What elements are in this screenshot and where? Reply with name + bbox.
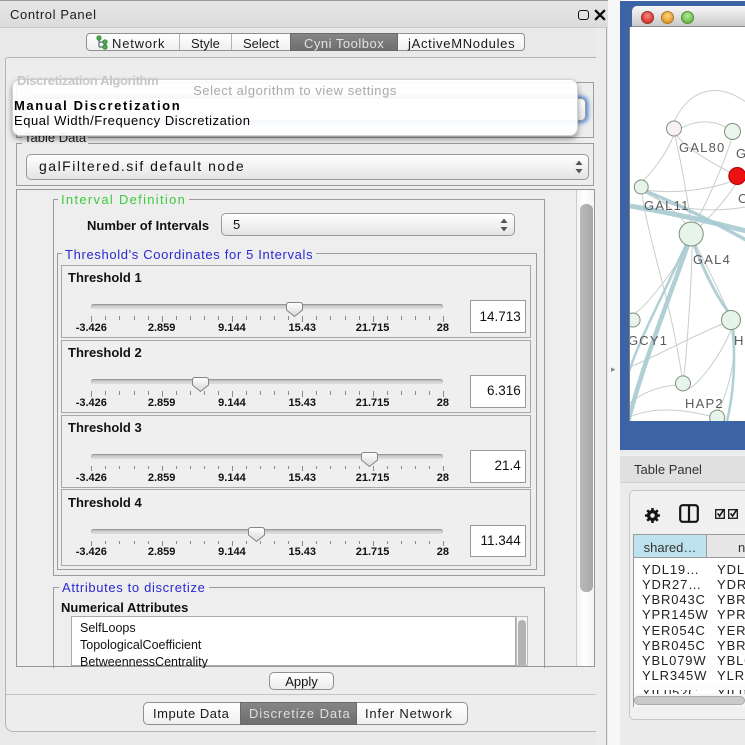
- svg-text:GCY1: GCY1: [630, 333, 668, 348]
- svg-text:GA: GA: [736, 146, 745, 161]
- svg-text:GAL11: GAL11: [644, 198, 690, 213]
- svg-text:GAL80: GAL80: [679, 140, 725, 155]
- svg-text:GAL4: GAL4: [693, 252, 731, 267]
- svg-text:C: C: [738, 191, 745, 206]
- svg-text:HAP2: HAP2: [685, 396, 724, 411]
- svg-text:H: H: [734, 333, 745, 348]
